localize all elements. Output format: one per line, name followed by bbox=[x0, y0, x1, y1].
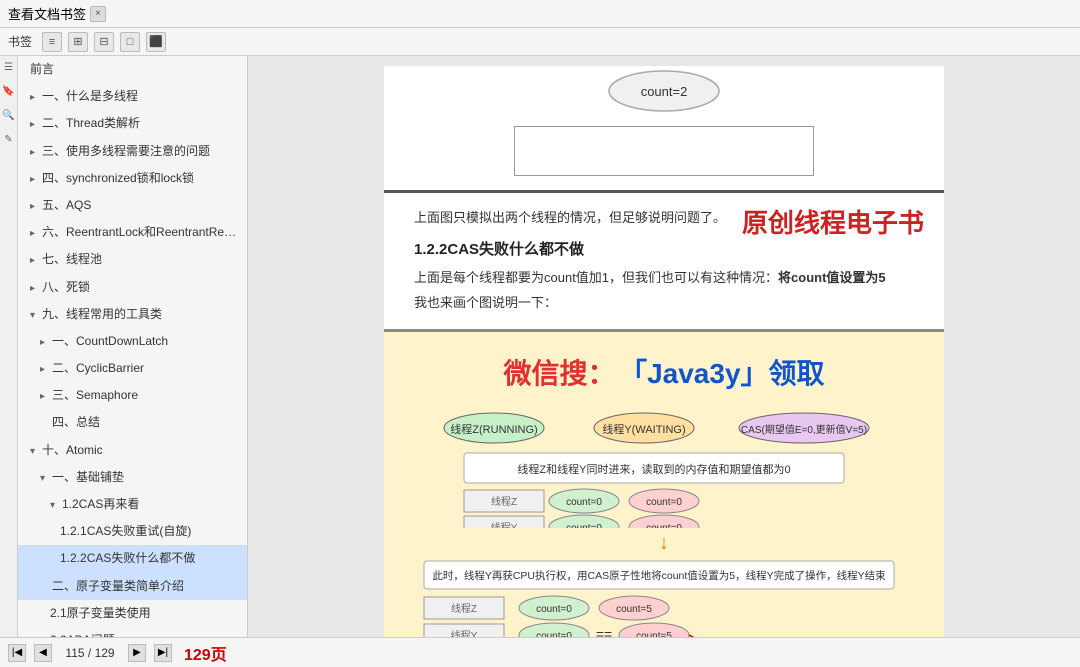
svg-text:线程Y(WAITING): 线程Y(WAITING) bbox=[602, 422, 685, 436]
svg-text:count=0: count=0 bbox=[646, 523, 682, 528]
top-bar-title: 查看文档书签 bbox=[8, 4, 86, 23]
toolbar-btn-list[interactable]: ⊟ bbox=[94, 32, 114, 52]
sidebar-item-10-2-2[interactable]: 2.2ABA问题 bbox=[18, 627, 247, 637]
svg-text:此时，线程Y再获CPU执行权，用CAS原子性地将count值: 此时，线程Y再获CPU执行权，用CAS原子性地将count值设置为5，线程Y完成… bbox=[432, 569, 886, 582]
svg-text:count=2: count=2 bbox=[641, 84, 688, 99]
last-page-btn[interactable]: ▶| bbox=[154, 644, 172, 662]
sidebar-item-10[interactable]: ▾十、Atomic bbox=[18, 437, 247, 464]
banner-java3y: 「Java3y」领取 bbox=[619, 358, 824, 389]
first-page-btn[interactable]: |◀ bbox=[8, 644, 26, 662]
page-label: 129页 bbox=[184, 641, 227, 665]
svg-text:count=0: count=0 bbox=[566, 497, 602, 508]
sidebar-item-9-1[interactable]: ▸一、CountDownLatch bbox=[18, 328, 247, 355]
sidebar-item-9[interactable]: ▾九、线程常用的工具类 bbox=[18, 301, 247, 328]
top-bar: 查看文档书签 × bbox=[0, 0, 1080, 28]
toolbar-label: 书签 bbox=[8, 33, 32, 50]
main-area: ☰ 🔖 🔍 ✎ 前言 ▸一、什么是多线程 ▸二、Thread类解析 ▸三、使用多… bbox=[0, 56, 1080, 637]
page-current: 115 bbox=[65, 646, 84, 660]
svg-text:线程Z: 线程Z bbox=[451, 602, 477, 615]
svg-text:线程Z(RUNNING): 线程Z(RUNNING) bbox=[450, 422, 537, 436]
svg-text:CAS(期望值E=0,更新值V=5): CAS(期望值E=0,更新值V=5) bbox=[741, 423, 867, 436]
sidebar-item-10-1-2[interactable]: ▾1.2CAS再来看 bbox=[18, 491, 247, 518]
sidebar-item-8[interactable]: ▸八、死锁 bbox=[18, 274, 247, 301]
toolbar-btn-menu[interactable]: ≡ bbox=[42, 32, 62, 52]
svg-text:count=0: count=0 bbox=[536, 604, 572, 615]
sidebar-item-9-3[interactable]: ▸三、Semaphore bbox=[18, 382, 247, 409]
body-text-1: 上面是每个线程都要为count值加1，但我们也可以有这种情况：将count值设置… bbox=[414, 267, 914, 286]
watermark-text: 原创线程电子书 bbox=[742, 208, 924, 238]
svg-text:线程Z和线程Y同时进来，读取到的内存值和期望值都为0: 线程Z和线程Y同时进来，读取到的内存值和期望值都为0 bbox=[517, 462, 790, 476]
sidebar: 前言 ▸一、什么是多线程 ▸二、Thread类解析 ▸三、使用多线程需要注意的问… bbox=[18, 56, 248, 637]
toolbar-btn-grid[interactable]: ⊞ bbox=[68, 32, 88, 52]
body-text-2: 我也来画个图说明一下： bbox=[414, 292, 914, 311]
svg-text:count=0: count=0 bbox=[646, 497, 682, 508]
sidebar-item-4[interactable]: ▸四、synchronized锁和lock锁 bbox=[18, 165, 247, 192]
sidebar-item-10-1-2-1[interactable]: 1.2.1CAS失败重试(自旋) bbox=[18, 518, 247, 545]
svg-text:count=0: count=0 bbox=[536, 631, 572, 637]
prev-page-btn[interactable]: ◀ bbox=[34, 644, 52, 662]
left-icon-1[interactable]: ☰ bbox=[2, 60, 16, 74]
sidebar-item-10-2[interactable]: 二、原子变量类简单介绍 bbox=[18, 573, 247, 600]
close-button[interactable]: × bbox=[90, 6, 106, 22]
diagram-1: 线程Z(RUNNING) 线程Y(WAITING) CAS(期望值E=0,更新值… bbox=[414, 408, 914, 528]
toolbar-btn-page[interactable]: ⬛ bbox=[146, 32, 166, 52]
svg-text:count=5: count=5 bbox=[616, 604, 652, 615]
sidebar-item-7[interactable]: ▸七、线程池 bbox=[18, 246, 247, 273]
bottom-bar: |◀ ◀ 115 / 129 ▶ ▶| 129页 bbox=[0, 637, 1080, 667]
left-icon-panel: ☰ 🔖 🔍 ✎ bbox=[0, 56, 18, 637]
svg-text:==: == bbox=[596, 626, 612, 637]
sidebar-item-2[interactable]: ▸二、Thread类解析 bbox=[18, 110, 247, 137]
sidebar-item-9-2[interactable]: ▸二、CyclicBarrier bbox=[18, 355, 247, 382]
section-title: 1.2.2CAS失败什么都不做 bbox=[414, 238, 914, 259]
next-page-btn[interactable]: ▶ bbox=[128, 644, 146, 662]
toolbar-btn-window[interactable]: □ bbox=[120, 32, 140, 52]
content-area[interactable]: count=2 原创线程电子书 上面图只模拟出两个线程的情况，但足够说明问题了。… bbox=[248, 56, 1080, 637]
left-icon-3[interactable]: 🔍 bbox=[2, 108, 16, 122]
svg-text:线程Y: 线程Y bbox=[491, 521, 518, 528]
sidebar-item-10-1-2-2[interactable]: 1.2.2CAS失败什么都不做 bbox=[18, 545, 247, 572]
left-icon-2[interactable]: 🔖 bbox=[2, 84, 16, 98]
page-info: 115 / 129 bbox=[60, 646, 120, 660]
svg-text:count=0: count=0 bbox=[566, 523, 602, 528]
banner-wechat: 微信搜： bbox=[503, 358, 615, 389]
sidebar-item-1[interactable]: ▸一、什么是多线程 bbox=[18, 83, 247, 110]
diagram-2: 此时，线程Y再获CPU执行权，用CAS原子性地将count值设置为5，线程Y完成… bbox=[414, 559, 914, 637]
toolbar: 书签 ≡ ⊞ ⊟ □ ⬛ bbox=[0, 28, 1080, 56]
sidebar-item-6[interactable]: ▸六、ReentrantLock和ReentrantReadW... bbox=[18, 219, 247, 246]
svg-text:count=5: count=5 bbox=[636, 631, 672, 637]
left-icon-4[interactable]: ✎ bbox=[2, 132, 16, 146]
sidebar-item-3[interactable]: ▸三、使用多线程需要注意的问题 bbox=[18, 138, 247, 165]
sidebar-item-10-2-1[interactable]: 2.1原子变量类使用 bbox=[18, 600, 247, 627]
sidebar-item-preface[interactable]: 前言 bbox=[18, 56, 247, 83]
count-oval-diagram: count=2 bbox=[604, 66, 724, 116]
svg-text:线程Y: 线程Y bbox=[451, 629, 478, 637]
page-total: 129 bbox=[95, 646, 115, 660]
svg-text:线程Z: 线程Z bbox=[491, 495, 517, 508]
sidebar-item-9-4[interactable]: 四、总结 bbox=[18, 409, 247, 436]
sidebar-item-10-1[interactable]: ▾一、基础铺垫 bbox=[18, 464, 247, 491]
sidebar-item-5[interactable]: ▸五、AQS bbox=[18, 192, 247, 219]
